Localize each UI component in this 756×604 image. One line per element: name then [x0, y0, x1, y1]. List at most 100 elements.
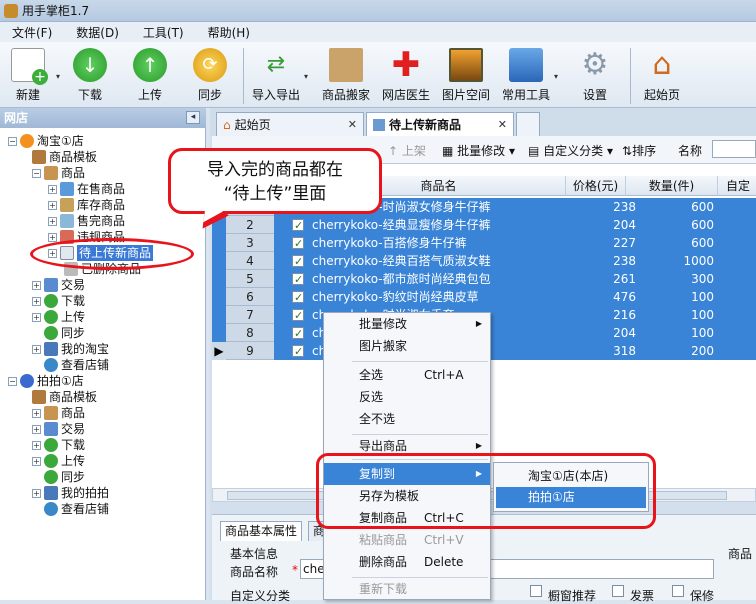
row-checkbox[interactable]: [292, 219, 304, 231]
invoice-label: 发票: [630, 589, 655, 603]
row-checkbox[interactable]: [292, 327, 304, 339]
table-row[interactable]: 3cherrykoko-百搭修身牛仔裤227600: [212, 234, 756, 252]
tree-item[interactable]: + 上传: [32, 453, 85, 469]
recommend-checkbox[interactable]: [530, 585, 542, 597]
tree-paipai-shop[interactable]: − 拍拍①店: [8, 373, 84, 389]
goods-icon: [44, 406, 58, 420]
tools-button[interactable]: 常用工具 ▾: [498, 46, 558, 106]
menu-batch-edit[interactable]: 批量修改 ▶: [324, 313, 490, 335]
left-panel-title: 网店 ◂: [0, 108, 206, 128]
download-icon: [44, 294, 58, 308]
category-icon: ▤: [528, 144, 540, 158]
on-sale-icon: [60, 182, 74, 196]
new-button[interactable]: + 新建 ▾: [0, 46, 60, 106]
trade-icon: [44, 422, 58, 436]
upload-icon: [44, 454, 58, 468]
move-goods-button[interactable]: 商品搬家: [318, 46, 374, 106]
row-checkbox[interactable]: [292, 255, 304, 267]
table-row[interactable]: 2cherrykoko-经典显瘦修身牛仔裤204600: [212, 216, 756, 234]
tree-item[interactable]: + 在售商品: [48, 181, 125, 197]
doctor-button[interactable]: ✚ 网店医生: [378, 46, 434, 106]
menu-picture-move[interactable]: 图片搬家: [324, 335, 490, 357]
tree-item[interactable]: + 售完商品: [48, 213, 125, 229]
tree-item[interactable]: + 上传: [32, 309, 85, 325]
menu-help[interactable]: 帮助(H): [196, 24, 262, 41]
globe-icon: [44, 502, 58, 516]
table-row[interactable]: 4cherrykoko-经典百搭气质淑女鞋2381000: [212, 252, 756, 270]
tree-item[interactable]: + 我的淘宝: [32, 341, 109, 357]
tree-item[interactable]: 同步: [44, 325, 85, 341]
download-button[interactable]: ↓ 下载: [62, 46, 118, 106]
picture-space-button[interactable]: 图片空间: [438, 46, 494, 106]
row-checkbox[interactable]: [292, 291, 304, 303]
name-search-input[interactable]: [712, 140, 756, 158]
menu-tools[interactable]: 工具(T): [131, 24, 196, 41]
trade-icon: [44, 278, 58, 292]
tab-basic-properties[interactable]: 商品基本属性: [220, 521, 303, 541]
row-checkbox[interactable]: [292, 345, 304, 357]
list-on-button[interactable]: ↑ 上架: [388, 142, 426, 159]
close-icon[interactable]: ✕: [348, 118, 357, 131]
pin-icon[interactable]: ◂: [186, 111, 200, 124]
close-icon[interactable]: ✕: [498, 118, 507, 131]
table-row[interactable]: 5cherrykoko-都市旅时尚经典包包261300: [212, 270, 756, 288]
tree-item[interactable]: 商品模板: [32, 149, 97, 165]
custom-category-button[interactable]: ▤ 自定义分类 ▾: [528, 142, 613, 159]
tree-item[interactable]: + 下载: [32, 293, 85, 309]
tree-item[interactable]: − 商品: [32, 165, 85, 181]
menu-redownload[interactable]: 重新下载: [324, 578, 490, 600]
template-icon: [32, 150, 46, 164]
tab-pending-upload[interactable]: 待上传新商品 ✕: [366, 112, 514, 136]
settings-button[interactable]: ⚙ 设置: [567, 46, 623, 106]
sync-icon: ⟳: [193, 48, 227, 82]
row-checkbox[interactable]: [292, 273, 304, 285]
tree-item[interactable]: + 我的拍拍: [32, 485, 109, 501]
callout-annotation: 导入完的商品都在 “待上传”里面: [168, 148, 382, 214]
tab-start-page[interactable]: ⌂ 起始页 ✕: [216, 112, 364, 136]
home-icon: ⌂: [223, 117, 231, 132]
tree-item[interactable]: 商品模板: [32, 389, 97, 405]
upload-icon: ↑: [133, 48, 167, 82]
home-button[interactable]: ⌂ 起始页: [634, 46, 690, 106]
tab-bar: ⌂ 起始页 ✕ 待上传新商品 ✕: [210, 108, 756, 136]
table-row[interactable]: 6cherrykoko-豹纹时尚经典皮草476100: [212, 288, 756, 306]
tree-item[interactable]: + 交易: [32, 421, 85, 437]
menu-invert-selection[interactable]: 反选: [324, 386, 490, 408]
upload-button[interactable]: ↑ 上传: [122, 46, 178, 106]
row-checkbox[interactable]: [292, 309, 304, 321]
gear-icon: ⚙: [581, 47, 609, 82]
sort-button[interactable]: ⇅排序: [622, 142, 656, 159]
import-export-button[interactable]: ⇄ 导入导出 ▾: [248, 46, 308, 106]
tree-item[interactable]: + 交易: [32, 277, 85, 293]
tree-item[interactable]: 查看店铺: [44, 501, 109, 517]
section-basic-info: 基本信息: [230, 547, 279, 561]
sync-button[interactable]: ⟳ 同步: [182, 46, 238, 106]
menu-file[interactable]: 文件(F): [0, 24, 64, 41]
menu-data[interactable]: 数据(D): [64, 24, 131, 41]
batch-edit-button[interactable]: ▦ 批量修改 ▾: [442, 142, 515, 159]
tab-empty[interactable]: [516, 112, 540, 136]
tree-item[interactable]: 查看店铺: [44, 357, 109, 373]
window-title: 用手掌柜1.7: [22, 4, 90, 18]
tree-item[interactable]: + 商品: [32, 405, 85, 421]
upload-icon: [44, 310, 58, 324]
home-icon: ⌂: [652, 47, 672, 82]
goods-name-label: 商品名称: [230, 565, 279, 579]
import-export-icon: ⇄: [266, 52, 286, 77]
menu-select-none[interactable]: 全不选: [324, 408, 490, 430]
row-checkbox[interactable]: [292, 237, 304, 249]
menu-select-all[interactable]: 全选 Ctrl+A: [324, 364, 490, 386]
tree-item[interactable]: + 库存商品: [48, 197, 125, 213]
menu-bar: 文件(F) 数据(D) 工具(T) 帮助(H): [0, 22, 756, 42]
menu-delete-goods[interactable]: 删除商品 Delete: [324, 551, 490, 573]
tree-item[interactable]: 同步: [44, 469, 85, 485]
tree-item[interactable]: + 下载: [32, 437, 85, 453]
title-bar: 用手掌柜1.7: [0, 0, 756, 22]
sync-icon: [44, 326, 58, 340]
menu-paste-goods[interactable]: 粘贴商品 Ctrl+V: [324, 529, 490, 551]
tree-taobao-shop[interactable]: − 淘宝①店: [8, 133, 84, 149]
invoice-checkbox[interactable]: [612, 585, 624, 597]
pending-icon: [373, 118, 385, 131]
right-goods-label: 商品: [728, 547, 753, 561]
warranty-checkbox[interactable]: [672, 585, 684, 597]
